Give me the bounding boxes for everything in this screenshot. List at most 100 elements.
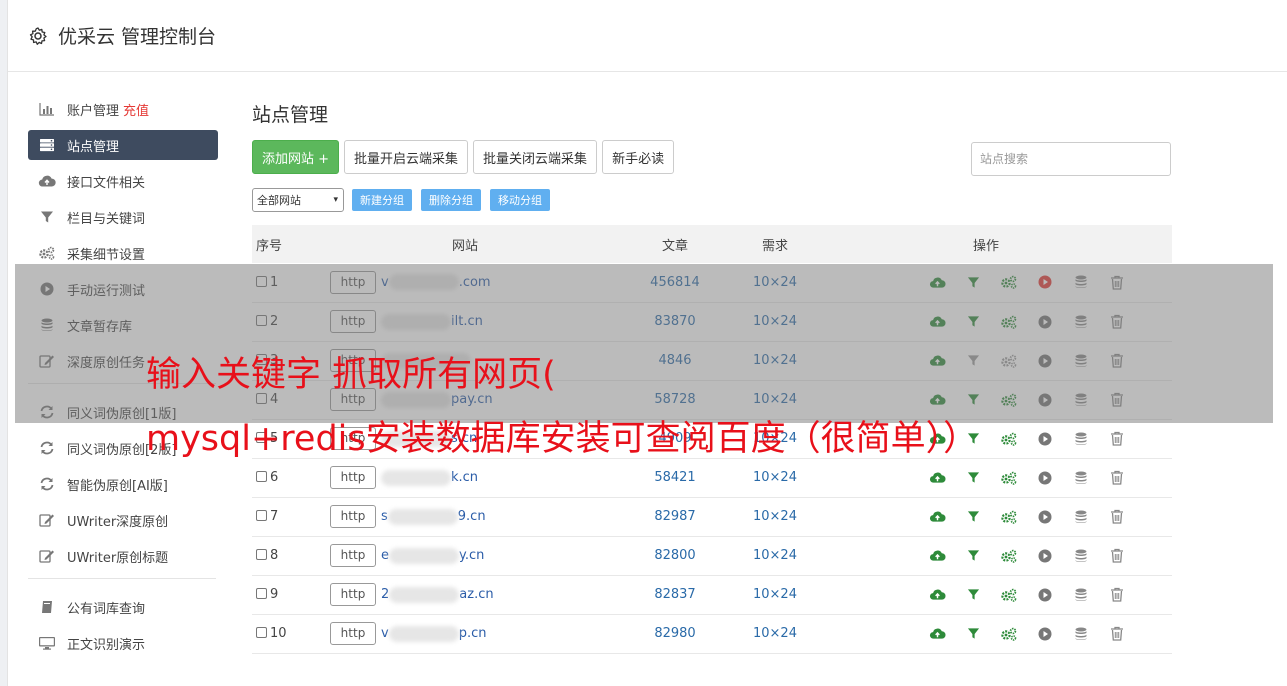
row-checkbox[interactable]	[256, 510, 267, 521]
move-group-button[interactable]: 移动分组	[490, 189, 550, 211]
sidebar-item-label: 账户管理	[67, 103, 120, 119]
database-icon[interactable]	[1072, 586, 1090, 604]
add-site-button[interactable]: 添加网站 +	[252, 140, 340, 174]
filter-icon[interactable]	[964, 469, 982, 487]
trash-icon[interactable]	[1108, 469, 1126, 487]
database-icon[interactable]	[1072, 430, 1090, 448]
need-link[interactable]: 10×24	[753, 587, 797, 602]
group-toolbar: 全部网站 ▾ 新建分组 删除分组 移动分组	[252, 188, 1177, 212]
site-domain-link[interactable]: 2 az.cn	[381, 586, 494, 603]
batch-disable-cloud-button[interactable]: 批量关闭云端采集	[473, 140, 598, 174]
refresh-icon	[38, 441, 56, 455]
site-domain-link[interactable]: s 9.cn	[381, 508, 486, 525]
need-link[interactable]: 10×24	[753, 509, 797, 524]
play-icon[interactable]	[1036, 586, 1054, 604]
table-row: 8 http e y.cn 82800 10×24	[252, 536, 1172, 575]
filter-icon[interactable]	[964, 586, 982, 604]
site-domain-suffix: az.cn	[459, 587, 494, 602]
cogs-icon[interactable]	[1000, 469, 1018, 487]
trash-icon[interactable]	[1108, 586, 1126, 604]
filter-icon[interactable]	[964, 625, 982, 643]
database-icon[interactable]	[1072, 469, 1090, 487]
table-row: 7 http s 9.cn 82987 10×24	[252, 497, 1172, 536]
ops-cell	[800, 458, 1172, 497]
cogs-icon[interactable]	[1000, 430, 1018, 448]
sidebar-item-label: 栏目与关键词	[67, 211, 146, 227]
row-number-cell: 6	[252, 458, 330, 497]
sidebar-item-label: UWriter深度原创	[67, 514, 169, 530]
table-row: 9 http 2 az.cn 82837 10×24	[252, 575, 1172, 614]
play-icon[interactable]	[1036, 430, 1054, 448]
row-checkbox[interactable]	[256, 549, 267, 560]
http-protocol-button[interactable]: http	[330, 622, 376, 645]
table-row: 10 http v p.cn 82980 10×24	[252, 614, 1172, 653]
sidebar-item[interactable]: UWriter原创标题	[28, 541, 218, 571]
cloud-upload-icon[interactable]	[928, 625, 946, 643]
site-domain-link[interactable]: v p.cn	[381, 625, 486, 642]
site-domain-link[interactable]: k.cn	[381, 469, 478, 486]
trash-icon[interactable]	[1108, 508, 1126, 526]
play-icon[interactable]	[1036, 547, 1054, 565]
database-icon[interactable]	[1072, 625, 1090, 643]
cogs-icon[interactable]	[1000, 625, 1018, 643]
row-checkbox[interactable]	[256, 471, 267, 482]
cloud-upload-icon[interactable]	[928, 469, 946, 487]
site-domain-link[interactable]: e y.cn	[381, 547, 484, 564]
need-link[interactable]: 10×24	[753, 548, 797, 563]
articles-count-link[interactable]: 82837	[654, 587, 695, 602]
sidebar-item[interactable]: 正文识别演示	[28, 628, 218, 658]
cogs-icon[interactable]	[1000, 586, 1018, 604]
need-cell: 10×24	[750, 575, 800, 614]
http-protocol-button[interactable]: http	[330, 544, 376, 567]
recharge-link[interactable]: 充值	[123, 100, 149, 119]
sidebar-item[interactable]: 公有词库查询	[28, 592, 218, 622]
batch-enable-cloud-button[interactable]: 批量开启云端采集	[344, 140, 469, 174]
articles-count-link[interactable]: 82800	[654, 548, 695, 563]
row-number-cell: 8	[252, 536, 330, 575]
database-icon[interactable]	[1072, 547, 1090, 565]
row-checkbox[interactable]	[256, 627, 267, 638]
site-search-input[interactable]	[971, 142, 1171, 176]
cogs-icon[interactable]	[1000, 547, 1018, 565]
need-link[interactable]: 10×24	[753, 626, 797, 641]
sidebar-item[interactable]: UWriter深度原创	[28, 505, 218, 535]
chevron-down-icon: ▾	[333, 195, 338, 205]
overlay-banner	[15, 264, 1273, 423]
trash-icon[interactable]	[1108, 430, 1126, 448]
cloud-upload-icon[interactable]	[928, 547, 946, 565]
http-protocol-button[interactable]: http	[330, 505, 376, 528]
play-icon[interactable]	[1036, 508, 1054, 526]
cloud-upload-icon[interactable]	[928, 508, 946, 526]
row-number-cell: 10	[252, 614, 330, 653]
filter-icon[interactable]	[964, 547, 982, 565]
sidebar-item-label: 站点管理	[67, 139, 120, 155]
cogs-icon[interactable]	[1000, 508, 1018, 526]
row-number: 6	[270, 470, 279, 485]
trash-icon[interactable]	[1108, 547, 1126, 565]
play-icon[interactable]	[1036, 469, 1054, 487]
sidebar-item[interactable]: 接口文件相关	[28, 166, 218, 196]
row-checkbox[interactable]	[256, 588, 267, 599]
sidebar-item[interactable]: 账户管理 充值	[28, 94, 218, 124]
need-link[interactable]: 10×24	[753, 470, 797, 485]
need-cell: 10×24	[750, 536, 800, 575]
play-icon[interactable]	[1036, 625, 1054, 643]
trash-icon[interactable]	[1108, 625, 1126, 643]
group-select[interactable]: 全部网站 ▾	[252, 188, 344, 212]
sidebar-item[interactable]: 栏目与关键词	[28, 202, 218, 232]
sidebar-item-label: 公有词库查询	[67, 601, 146, 617]
articles-count-link[interactable]: 82987	[654, 509, 695, 524]
database-icon[interactable]	[1072, 508, 1090, 526]
articles-count-link[interactable]: 82980	[654, 626, 695, 641]
need-cell: 10×24	[750, 458, 800, 497]
sidebar-item[interactable]: 智能伪原创[AI版]	[28, 469, 218, 499]
cloud-upload-icon[interactable]	[928, 586, 946, 604]
articles-count-link[interactable]: 58421	[654, 470, 695, 485]
new-group-button[interactable]: 新建分组	[352, 189, 412, 211]
http-protocol-button[interactable]: http	[330, 466, 376, 489]
delete-group-button[interactable]: 删除分组	[421, 189, 481, 211]
guide-button[interactable]: 新手必读	[602, 140, 675, 174]
filter-icon[interactable]	[964, 508, 982, 526]
sidebar-item[interactable]: 站点管理	[28, 130, 218, 160]
http-protocol-button[interactable]: http	[330, 583, 376, 606]
